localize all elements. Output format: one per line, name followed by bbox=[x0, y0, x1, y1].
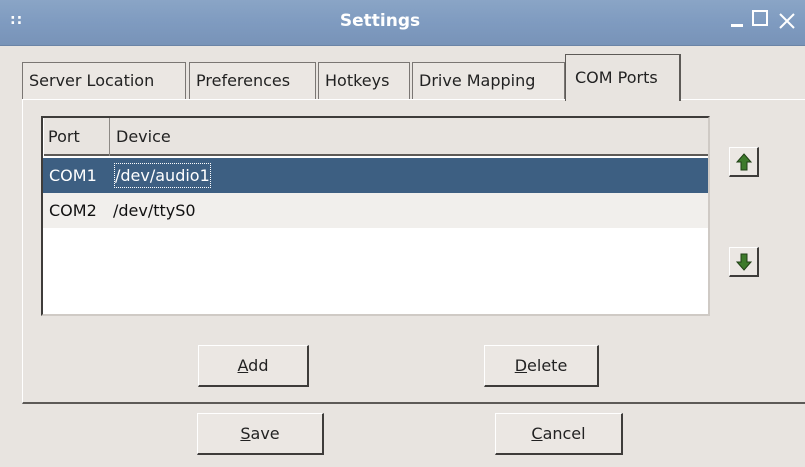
delete-button[interactable]: Delete bbox=[484, 345, 599, 387]
row-device: /dev/ttyS0 bbox=[113, 201, 196, 220]
tab-server-location[interactable]: Server Location bbox=[22, 62, 186, 100]
save-label-rest: ave bbox=[250, 424, 280, 443]
save-accelerator: S bbox=[240, 424, 251, 443]
com-ports-list[interactable]: Port Device COM1 /dev/audio1 COM2 /dev/t… bbox=[41, 116, 710, 316]
table-row[interactable]: COM1 /dev/audio1 bbox=[43, 158, 708, 193]
tab-hotkeys[interactable]: Hotkeys bbox=[318, 62, 410, 100]
close-button[interactable] bbox=[776, 8, 798, 32]
arrow-up-icon bbox=[736, 153, 752, 171]
cancel-accelerator: C bbox=[531, 424, 543, 443]
maximize-icon bbox=[752, 10, 768, 26]
close-icon bbox=[779, 13, 795, 29]
tab-preferences[interactable]: Preferences bbox=[189, 62, 316, 100]
cancel-label-rest: ancel bbox=[542, 424, 586, 443]
row-device: /dev/audio1 bbox=[109, 158, 216, 193]
minimize-icon bbox=[731, 24, 743, 27]
delete-label-rest: elete bbox=[527, 356, 568, 375]
move-down-button[interactable] bbox=[729, 247, 759, 277]
delete-accelerator: D bbox=[514, 356, 528, 375]
tab-com-ports[interactable]: COM Ports bbox=[565, 54, 681, 101]
cancel-button[interactable]: Cancel bbox=[495, 413, 623, 455]
add-accelerator: A bbox=[237, 356, 249, 375]
tab-drive-mapping[interactable]: Drive Mapping bbox=[412, 62, 565, 100]
title-bar[interactable]: :: Settings bbox=[0, 0, 805, 46]
list-header: Port Device bbox=[43, 118, 708, 156]
move-up-button[interactable] bbox=[729, 147, 759, 177]
arrow-down-icon bbox=[736, 253, 752, 271]
row-port: COM1 bbox=[49, 166, 97, 185]
window-title: Settings bbox=[339, 11, 421, 31]
row-port: COM2 bbox=[49, 201, 97, 220]
add-button[interactable]: Add bbox=[198, 345, 309, 387]
column-header-device[interactable]: Device bbox=[111, 118, 708, 156]
add-label-rest: dd bbox=[248, 356, 269, 375]
save-button[interactable]: Save bbox=[197, 413, 324, 455]
minimize-button[interactable] bbox=[729, 8, 747, 32]
table-row[interactable]: COM2 /dev/ttyS0 bbox=[43, 193, 708, 228]
column-header-port[interactable]: Port bbox=[43, 118, 110, 156]
maximize-button[interactable] bbox=[752, 8, 770, 32]
